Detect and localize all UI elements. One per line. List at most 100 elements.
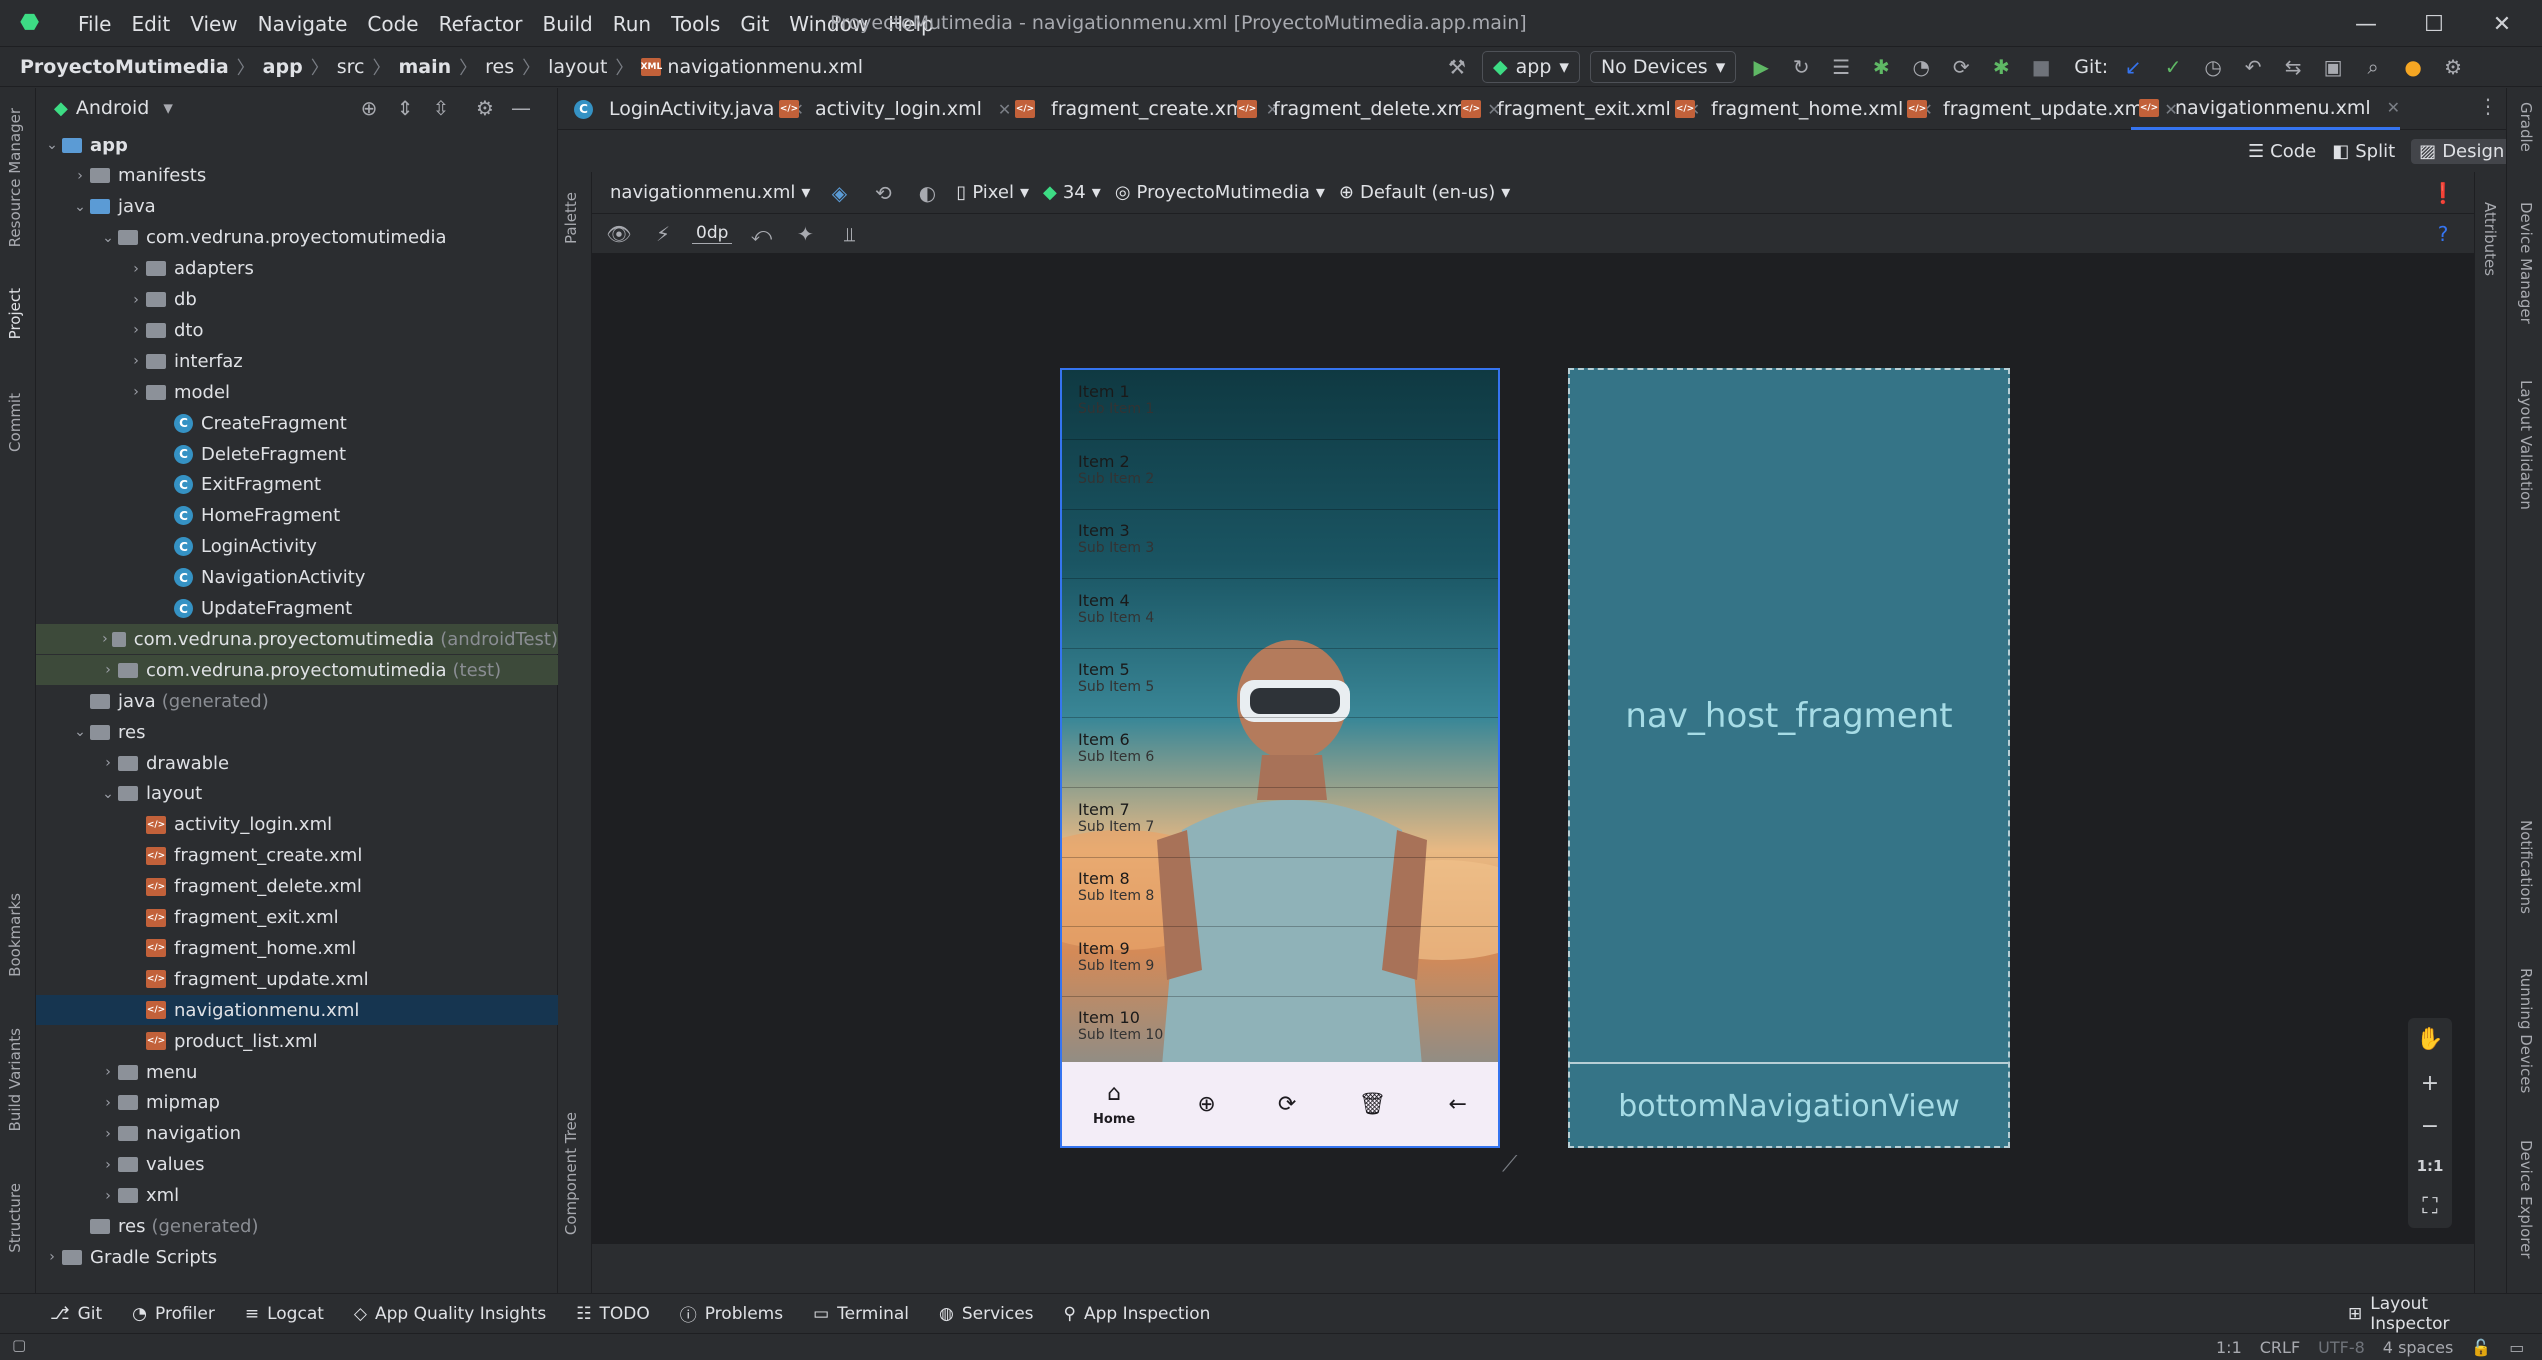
tree-item[interactable]: › com.vedruna.proyectomutimedia (androidTe… <box>36 624 558 655</box>
tree-item[interactable]: › adapters <box>36 254 558 284</box>
tree-item[interactable]: › navigation <box>36 1119 558 1149</box>
menu-item-build[interactable]: Build <box>533 12 603 36</box>
menu-item-navigate[interactable]: Navigate <box>248 12 358 36</box>
chevron-right-icon[interactable]: › <box>42 1249 62 1265</box>
chevron-right-icon[interactable]: › <box>98 1095 118 1111</box>
api-select[interactable]: ◆ 34 ▾ <box>1043 182 1101 203</box>
minimize-icon[interactable]: — <box>2346 8 2386 40</box>
gear-icon[interactable]: ⚙ <box>470 93 500 123</box>
bookmarks-tab[interactable]: Bookmarks <box>6 893 24 977</box>
zoom-out-icon[interactable]: − <box>2421 1114 2439 1139</box>
menu-item-code[interactable]: Code <box>357 12 428 36</box>
tree-item[interactable]: </> fragment_exit.xml <box>36 903 558 933</box>
tool-window-todo[interactable]: ☷ TODO <box>576 1304 650 1324</box>
chevron-right-icon[interactable]: › <box>126 384 146 400</box>
device-preview-select[interactable]: ▯ Pixel ▾ <box>956 182 1029 203</box>
tool-window-git[interactable]: ⎇ Git <box>50 1304 102 1324</box>
tree-item[interactable]: › interfaz <box>36 346 558 376</box>
tree-item[interactable]: res (generated) <box>36 1212 558 1242</box>
breadcrumb-item[interactable]: layout <box>548 56 607 78</box>
run-config-select[interactable]: ◆ app ▾ <box>1482 51 1580 83</box>
structure-tab[interactable]: Structure <box>6 1183 24 1253</box>
editor-tab[interactable]: </>fragment_exit.xml✕ <box>1453 88 1700 130</box>
project-view-select[interactable]: Android <box>76 97 149 119</box>
close-window-icon[interactable]: ✕ <box>2482 8 2522 40</box>
tree-item[interactable]: C CreateFragment <box>36 408 558 438</box>
chevron-right-icon[interactable]: › <box>98 1126 118 1142</box>
line-separator[interactable]: CRLF <box>2260 1338 2300 1357</box>
chevron-right-icon[interactable]: › <box>98 1064 118 1080</box>
menu-item-git[interactable]: Git <box>730 12 779 36</box>
zoom-in-icon[interactable]: + <box>2421 1071 2439 1096</box>
tree-item[interactable]: </> fragment_home.xml <box>36 933 558 963</box>
build-variants-tab[interactable]: Build Variants <box>6 1028 24 1131</box>
tool-window-logcat[interactable]: ≡ Logcat <box>245 1304 324 1324</box>
tree-item[interactable]: › dto <box>36 315 558 345</box>
night-mode-icon[interactable]: ◐ <box>912 178 942 208</box>
tree-item[interactable]: </> fragment_create.xml <box>36 841 558 871</box>
menu-item-view[interactable]: View <box>180 12 247 36</box>
tree-item[interactable]: </> fragment_update.xml <box>36 964 558 994</box>
eye-icon[interactable]: 👁 <box>604 219 634 249</box>
bottom-nav-exit[interactable]: ← <box>1448 1092 1466 1117</box>
design-canvas[interactable] <box>592 254 2474 1244</box>
tree-item[interactable]: › xml <box>36 1181 558 1211</box>
tool-window-problems[interactable]: ⓘ Problems <box>680 1301 783 1327</box>
tree-item[interactable]: › db <box>36 285 558 315</box>
gradle-tab[interactable]: Gradle <box>2517 102 2535 152</box>
orientation-icon[interactable]: ⟲ <box>868 178 898 208</box>
git-update-icon[interactable]: ↙ <box>2118 52 2148 82</box>
panel-toggle-icon[interactable]: ▢ <box>12 1336 26 1354</box>
tool-window-app-inspection[interactable]: ⚲ App Inspection <box>1064 1304 1211 1324</box>
clear-constraints-icon[interactable]: ⤺ <box>746 219 776 249</box>
breadcrumb-item[interactable]: ProyectoMutimedia <box>20 56 229 78</box>
tree-item[interactable]: › manifests <box>36 161 558 191</box>
infer-constraints-icon[interactable]: ✦ <box>790 219 820 249</box>
tool-window-profiler[interactable]: ◔ Profiler <box>132 1304 215 1324</box>
tree-item[interactable]: ⌄ res <box>36 717 558 747</box>
layout-inspector-button[interactable]: ⊞ Layout Inspector <box>2348 1294 2512 1334</box>
tree-item[interactable]: C LoginActivity <box>36 532 558 562</box>
chevron-right-icon[interactable]: › <box>126 261 146 277</box>
close-tab-icon[interactable]: ✕ <box>2387 98 2400 117</box>
editor-tab[interactable]: CLoginActivity.java✕ <box>566 88 804 130</box>
chevron-right-icon[interactable]: › <box>98 662 118 678</box>
tree-item[interactable]: C DeleteFragment <box>36 439 558 469</box>
device-explorer-tab[interactable]: Device Explorer <box>2517 1140 2535 1259</box>
chevron-right-icon[interactable]: › <box>70 168 90 184</box>
update-icon[interactable]: ● <box>2398 52 2428 82</box>
tool-window-terminal[interactable]: ▭ Terminal <box>813 1304 909 1324</box>
tree-item[interactable]: ⌄ app <box>36 130 558 160</box>
cursor-position[interactable]: 1:1 <box>2216 1338 2242 1357</box>
bottom-nav-update[interactable]: ⟳ <box>1278 1092 1296 1117</box>
code-mode-button[interactable]: ☰ Code <box>2248 141 2316 162</box>
tree-item[interactable]: › mipmap <box>36 1088 558 1118</box>
tree-item[interactable]: › com.vedruna.proyectomutimedia (test) <box>36 655 558 686</box>
commit-tab[interactable]: Commit <box>6 393 24 452</box>
layers-icon[interactable]: ◈ <box>824 178 854 208</box>
bottom-nav-delete[interactable]: 🗑 <box>1358 1092 1386 1117</box>
editor-tab[interactable]: </> activity_login.xml ✕ <box>771 88 1011 130</box>
bottom-navigation-view-blueprint[interactable]: bottomNavigationView <box>1570 1066 2008 1146</box>
resource-manager-tab[interactable]: Resource Manager <box>6 108 24 247</box>
zoom-fit-icon[interactable]: ⛶ <box>2422 1194 2437 1219</box>
default-margin-input[interactable]: 0dp <box>692 223 733 244</box>
pan-hand-icon[interactable]: ✋ <box>2416 1027 2443 1052</box>
tree-item[interactable]: C HomeFragment <box>36 501 558 531</box>
device-select[interactable]: No Devices ▾ <box>1589 51 1737 83</box>
project-tab[interactable]: Project <box>6 288 24 339</box>
tree-item[interactable]: </> fragment_delete.xml <box>36 872 558 902</box>
menu-item-refactor[interactable]: Refactor <box>429 12 533 36</box>
phone-preview[interactable]: Item 1 Sub Item 1 Item 2 Sub Item 2 Item 3 Su… <box>1060 368 1500 1148</box>
rerun-icon[interactable]: ↻ <box>1786 52 1816 82</box>
tree-item[interactable]: C UpdateFragment <box>36 594 558 624</box>
profile-icon[interactable]: ◔ <box>1906 52 1936 82</box>
chevron-down-icon[interactable]: ⌄ <box>70 724 90 740</box>
file-select[interactable]: navigationmenu.xml ▾ <box>610 182 810 203</box>
more-tabs-icon[interactable]: ⋮ <box>2478 94 2498 118</box>
menu-item-edit[interactable]: Edit <box>121 12 180 36</box>
chevron-down-icon[interactable]: ⌄ <box>70 199 90 215</box>
tree-item[interactable]: › menu <box>36 1057 558 1087</box>
device-mirror-icon[interactable]: ▣ <box>2318 52 2348 82</box>
breadcrumb-item[interactable]: navigationmenu.xml <box>667 56 863 78</box>
